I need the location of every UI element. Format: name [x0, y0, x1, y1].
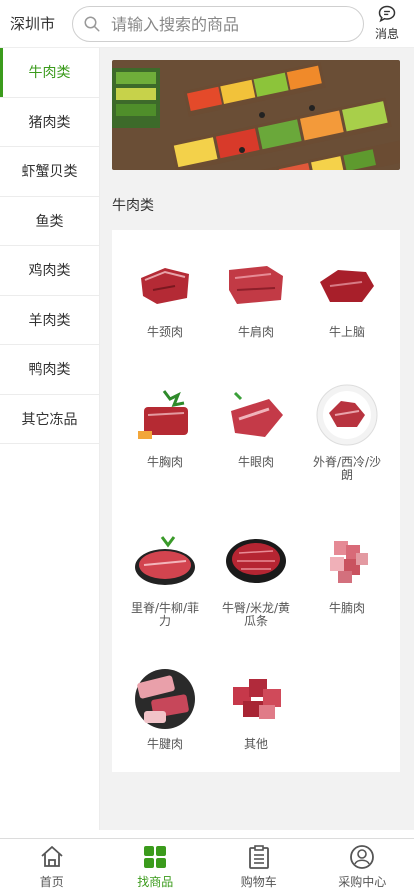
product-item[interactable]: 牛腩肉	[302, 526, 392, 615]
tab-cart[interactable]: 购物车	[207, 839, 311, 896]
product-item[interactable]: 外脊/西冷/沙朗	[302, 380, 392, 482]
product-name: 其他	[243, 737, 268, 751]
message-button[interactable]: 消息	[370, 4, 404, 44]
product-item[interactable]: 牛上脑	[302, 250, 392, 339]
banner-image[interactable]	[112, 60, 400, 170]
bottom-tab-bar: 首页 找商品 购物车 采购中心	[0, 838, 414, 896]
tab-label: 首页	[39, 875, 64, 889]
product-name: 牛臀/米龙/黄瓜条	[221, 601, 291, 628]
tab-purchase-center[interactable]: 采购中心	[311, 839, 414, 896]
section-title: 牛肉类	[112, 198, 154, 214]
search-bar[interactable]	[72, 6, 364, 42]
product-panel: 牛颈肉 牛肩肉 牛上脑 牛胸肉 牛眼肉 外脊/西冷/沙朗 里脊/牛柳/菲力 牛臀…	[112, 230, 400, 772]
message-bubble-icon	[378, 5, 396, 23]
search-input[interactable]	[111, 14, 351, 34]
home-icon	[38, 843, 66, 871]
beef-ribeye-image	[221, 380, 291, 450]
sidebar-item-pork[interactable]: 猪肉类	[0, 98, 99, 147]
sidebar-item-lamb[interactable]: 羊肉类	[0, 296, 99, 345]
city-selector[interactable]: 深圳市	[10, 13, 66, 34]
sidebar-item-fish[interactable]: 鱼类	[0, 197, 99, 246]
sidebar-item-other-frozen[interactable]: 其它冻品	[0, 395, 99, 444]
sidebar-item-duck[interactable]: 鸭肉类	[0, 345, 99, 395]
sidebar-item-beef[interactable]: 牛肉类	[0, 48, 99, 98]
search-icon	[84, 16, 100, 32]
tab-label: 找商品	[137, 875, 174, 889]
message-label: 消息	[374, 27, 399, 41]
beef-brisket-image	[130, 380, 200, 450]
product-item[interactable]: 牛肩肉	[211, 250, 301, 339]
product-item[interactable]: 牛眼肉	[211, 380, 301, 469]
beef-sirloin-image	[312, 380, 382, 450]
supermarket-produce-image	[112, 60, 400, 170]
category-grid-icon	[141, 843, 169, 871]
beef-rump-image	[221, 526, 291, 596]
product-item[interactable]: 里脊/牛柳/菲力	[120, 526, 210, 628]
product-name: 牛腩肉	[328, 601, 365, 615]
sidebar-item-chicken[interactable]: 鸡肉类	[0, 246, 99, 296]
product-name: 里脊/牛柳/菲力	[130, 601, 200, 628]
product-name: 牛上脑	[328, 325, 365, 339]
sidebar-item-seafood[interactable]: 虾蟹贝类	[0, 147, 99, 197]
beef-chuck-image	[312, 250, 382, 320]
beef-other-image	[221, 662, 291, 732]
product-item[interactable]: 牛颈肉	[120, 250, 210, 339]
user-icon	[348, 843, 376, 871]
product-name: 牛肩肉	[237, 325, 274, 339]
tab-label: 购物车	[240, 875, 277, 889]
product-item[interactable]: 其他	[211, 662, 301, 751]
beef-flank-image	[312, 526, 382, 596]
beef-shank-image	[130, 662, 200, 732]
product-name: 外脊/西冷/沙朗	[312, 455, 382, 482]
product-name: 牛眼肉	[237, 455, 274, 469]
beef-shoulder-image	[221, 250, 291, 320]
product-name: 牛胸肉	[146, 455, 183, 469]
tab-label: 采购中心	[338, 875, 387, 889]
beef-neck-image	[130, 250, 200, 320]
tab-find-products[interactable]: 找商品	[104, 839, 208, 896]
beef-tenderloin-image	[130, 526, 200, 596]
product-item[interactable]: 牛胸肉	[120, 380, 210, 469]
product-name: 牛腱肉	[146, 737, 183, 751]
main-content: 牛肉类 牛颈肉 牛肩肉 牛上脑 牛胸肉 牛眼肉 外脊/西冷/沙朗 里脊/牛柳/菲…	[100, 48, 414, 830]
product-item[interactable]: 牛臀/米龙/黄瓜条	[211, 526, 301, 628]
category-sidebar: 牛肉类 猪肉类 虾蟹贝类 鱼类 鸡肉类 羊肉类 鸭肉类 其它冻品	[0, 48, 100, 830]
product-item[interactable]: 牛腱肉	[120, 662, 210, 751]
tab-home[interactable]: 首页	[0, 839, 104, 896]
product-name: 牛颈肉	[146, 325, 183, 339]
clipboard-icon	[245, 843, 273, 871]
top-header: 深圳市 消息	[0, 0, 414, 48]
